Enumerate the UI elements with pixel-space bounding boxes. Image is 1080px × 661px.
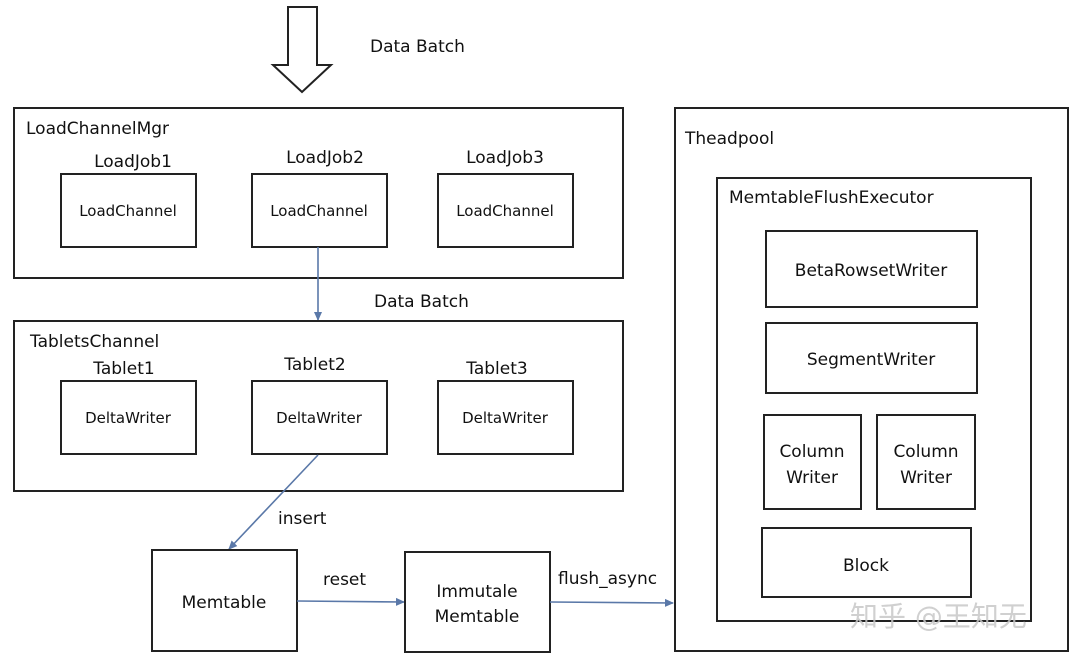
edge-data-batch-label: Data Batch <box>374 292 469 312</box>
input-label: Data Batch <box>370 37 465 57</box>
delta-writer-label: DeltaWriter <box>276 409 363 427</box>
load-channel-label: LoadChannel <box>79 202 177 220</box>
watermark: 知乎 @王知无 <box>850 600 1027 633</box>
segment-writer-label: SegmentWriter <box>807 350 935 370</box>
block-label: Block <box>843 556 889 576</box>
column-writer-box <box>763 414 862 510</box>
column-writer-label: Column <box>779 442 844 462</box>
delta-writer-label: DeltaWriter <box>462 409 549 427</box>
loadjob-label: LoadJob3 <box>466 148 544 168</box>
delta-writer-label: DeltaWriter <box>85 409 172 427</box>
load-channel-label: LoadChannel <box>456 202 554 220</box>
memtable-label: Memtable <box>182 593 267 613</box>
threadpool: Theadpool MemtableFlushExecutor BetaRows… <box>674 107 1069 652</box>
tablet-label: Tablet3 <box>465 359 527 379</box>
load-channel-label: LoadChannel <box>270 202 368 220</box>
edge-reset <box>296 597 405 606</box>
threadpool-title: Theadpool <box>684 129 774 149</box>
load-pipeline-diagram: Data Batch LoadChannelMgr LoadJob1 LoadJ… <box>13 6 1069 653</box>
beta-rowset-writer-label: BetaRowsetWriter <box>795 261 947 281</box>
immutable-memtable-label: Memtable <box>435 607 520 627</box>
column-writer-label: Writer <box>900 468 952 488</box>
flush-executor-title: MemtableFlushExecutor <box>729 188 934 208</box>
tablets-channel: TabletsChannel Tablet1 Tablet2 Tablet3 D… <box>13 320 624 492</box>
tablet-label: Tablet2 <box>283 355 345 375</box>
input-arrow-icon <box>270 6 334 94</box>
tablet-label: Tablet1 <box>92 359 154 379</box>
column-writer-box <box>876 414 976 510</box>
loadjob-label: LoadJob1 <box>94 152 172 172</box>
edge-flush-async-label: flush_async <box>558 569 657 589</box>
tablets-channel-title: TabletsChannel <box>29 332 159 352</box>
column-writer-label: Column <box>893 442 958 462</box>
edge-insert-label: insert <box>278 509 327 529</box>
immutable-memtable-label: Immutale <box>436 582 517 602</box>
column-writer-label: Writer <box>786 468 838 488</box>
immutable-memtable-box <box>404 551 551 653</box>
edge-flush-async <box>549 598 674 607</box>
loadjob-label: LoadJob2 <box>286 148 364 168</box>
load-channel-mgr-title: LoadChannelMgr <box>26 119 169 139</box>
edge-reset-label: reset <box>323 570 366 590</box>
